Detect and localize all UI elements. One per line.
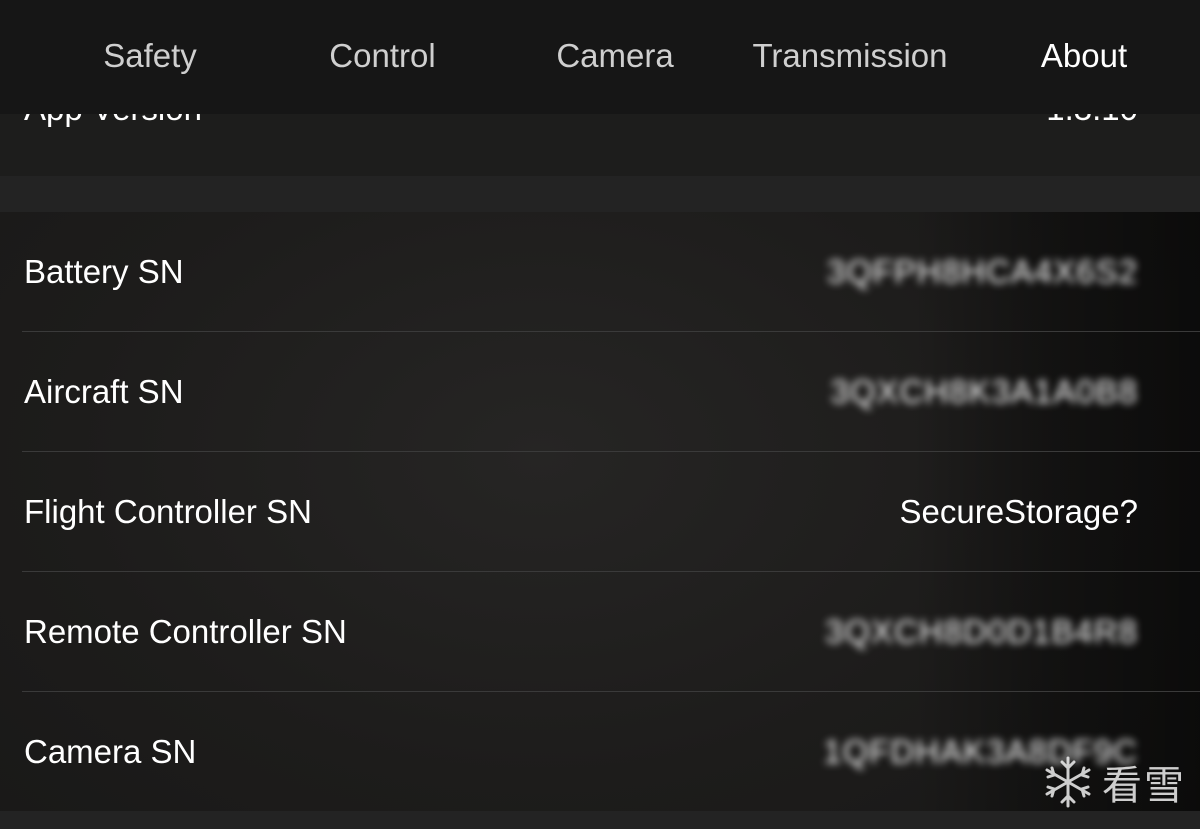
tab-transmission[interactable]: Transmission (735, 33, 965, 79)
watermark: 看雪 (1040, 753, 1186, 811)
remote-controller-sn-row: Remote Controller SN 3QXCH8D0D1B4R8 (22, 572, 1200, 692)
remote-controller-sn-value: 3QXCH8D0D1B4R8 (825, 613, 1138, 650)
battery-sn-row: Battery SN 3QFPH8HCA4X6S2 (22, 212, 1200, 332)
camera-sn-row: Camera SN 1QFDHAK3A8DF9C (22, 692, 1200, 811)
remote-controller-sn-label: Remote Controller SN (24, 613, 347, 650)
settings-tab-bar: Safety Control Camera Transmission About (0, 0, 1200, 114)
section-divider (0, 176, 1200, 212)
tab-control[interactable]: Control (310, 33, 455, 79)
serial-number-list: Battery SN 3QFPH8HCA4X6S2 Aircraft SN 3Q… (0, 212, 1200, 811)
about-screen: Safety Control Camera Transmission About… (0, 0, 1200, 829)
aircraft-sn-label: Aircraft SN (24, 373, 184, 410)
aircraft-sn-value: 3QXCH8K3A1A0B8 (830, 373, 1138, 410)
aircraft-sn-row: Aircraft SN 3QXCH8K3A1A0B8 (22, 332, 1200, 452)
flight-controller-sn-value: SecureStorage? (899, 493, 1139, 530)
battery-sn-value: 3QFPH8HCA4X6S2 (826, 253, 1138, 290)
watermark-text: 看雪 (1102, 763, 1186, 809)
battery-sn-label: Battery SN (24, 253, 184, 290)
flight-controller-sn-label: Flight Controller SN (24, 493, 312, 530)
tab-camera[interactable]: Camera (540, 33, 690, 79)
tab-about[interactable]: About (1020, 33, 1148, 79)
flight-controller-sn-row: Flight Controller SN SecureStorage? (22, 452, 1200, 572)
snowflake-icon (1045, 756, 1091, 808)
camera-sn-label: Camera SN (24, 733, 197, 770)
bottom-section-divider (0, 811, 1200, 829)
tab-safety[interactable]: Safety (80, 33, 220, 79)
